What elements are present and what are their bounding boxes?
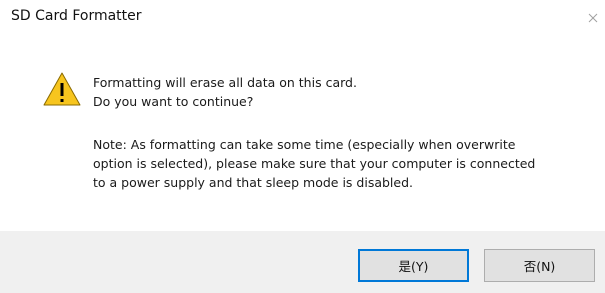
close-icon: [588, 13, 598, 23]
button-bar: 是(Y) 否(N): [0, 231, 605, 293]
message-line: Do you want to continue?: [93, 94, 254, 109]
close-button[interactable]: [581, 0, 605, 36]
message-line: Formatting will erase all data on this c…: [93, 75, 357, 90]
note-text: Note: As formatting can take some time (…: [93, 135, 598, 192]
warning-icon: [42, 71, 82, 107]
confirmation-message: Formatting will erase all data on this c…: [93, 73, 593, 111]
title-bar: SD Card Formatter: [0, 0, 605, 36]
note-line: option is selected), please make sure th…: [93, 156, 536, 171]
message-dialog: SD Card Formatter Formatting will erase …: [0, 0, 605, 293]
no-button[interactable]: 否(N): [484, 249, 595, 282]
yes-button[interactable]: 是(Y): [358, 249, 469, 282]
dialog-content: Formatting will erase all data on this c…: [0, 36, 605, 231]
window-title: SD Card Formatter: [11, 8, 142, 24]
note-line: to a power supply and that sleep mode is…: [93, 175, 414, 190]
note-line: Note: As formatting can take some time (…: [93, 137, 516, 152]
